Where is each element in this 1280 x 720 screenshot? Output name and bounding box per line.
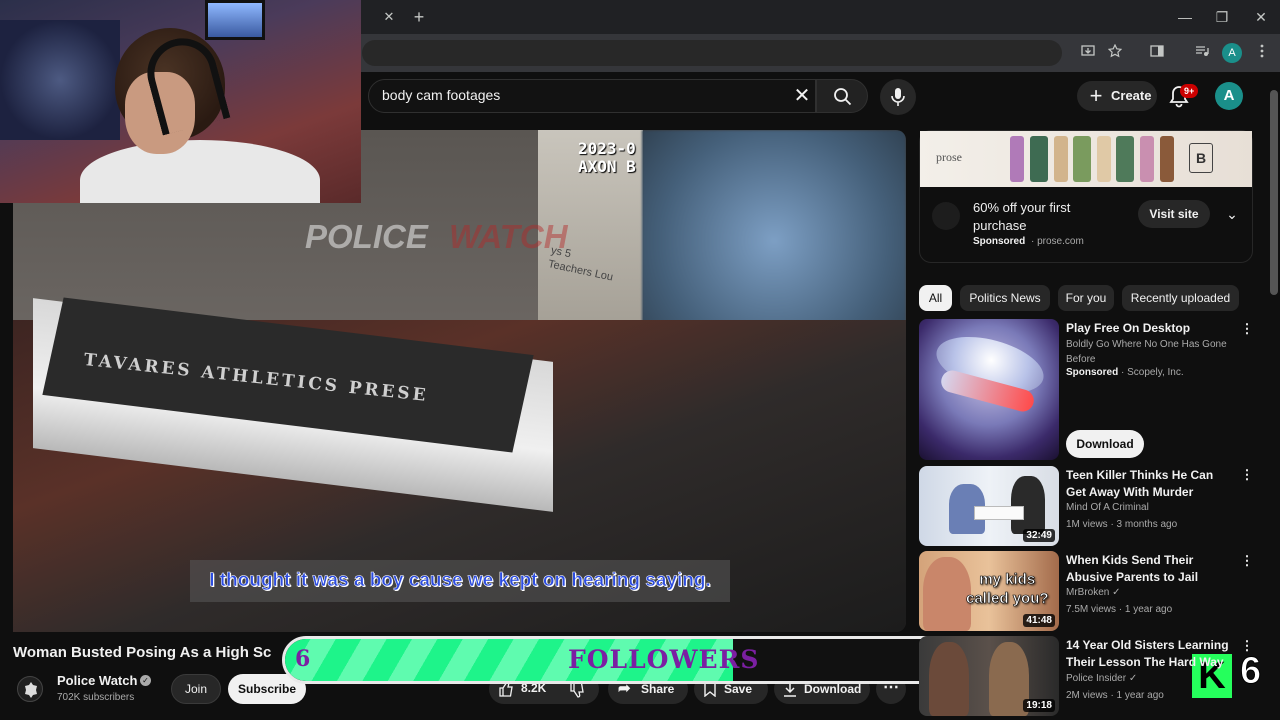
chevron-down-icon[interactable]: ⌄ xyxy=(1222,202,1242,226)
rec-channel[interactable]: Mind Of A Criminal xyxy=(1066,502,1149,513)
bookmark-icon xyxy=(704,682,716,697)
streamer-webcam xyxy=(0,0,361,203)
more-options-icon[interactable]: ⋮ xyxy=(1240,320,1254,338)
verified-icon: ✓ xyxy=(140,675,151,686)
video-duration: 41:48 xyxy=(1023,614,1055,627)
ad-product-bottle xyxy=(1160,136,1174,182)
search-query[interactable]: body cam footages xyxy=(382,87,500,103)
video-thumbnail[interactable]: 19:18 xyxy=(919,636,1059,716)
account-avatar[interactable]: A xyxy=(1215,82,1243,110)
chip-recently-uploaded[interactable]: Recently uploaded xyxy=(1122,285,1239,311)
media-icon[interactable] xyxy=(1191,42,1213,64)
ad-product-bottle xyxy=(1140,136,1154,182)
thumbnail-person xyxy=(923,557,971,631)
sponsored-label: Sponsored xyxy=(1066,367,1119,378)
thumbnail-caption: my kids called you? xyxy=(966,571,1049,608)
join-button[interactable]: Join xyxy=(171,674,221,704)
search-icon xyxy=(834,88,852,106)
dislike-icon[interactable] xyxy=(569,682,585,698)
ad-sponsored-label: Sponsored xyxy=(973,236,1026,247)
watermark-watch: WATCH xyxy=(449,218,568,255)
scrollbar-thumb[interactable] xyxy=(1270,90,1278,295)
video-duration: 19:18 xyxy=(1023,699,1055,712)
more-options-icon[interactable]: ⋮ xyxy=(1240,637,1254,655)
sidebar-icon[interactable] xyxy=(1146,42,1168,64)
ad-product-bottle xyxy=(1116,136,1134,182)
watermark-police: POLICE xyxy=(305,218,428,255)
verified-icon: ✓ xyxy=(1112,587,1121,598)
minimize-button[interactable]: — xyxy=(1174,6,1196,28)
address-bar[interactable] xyxy=(362,40,1062,66)
download-icon xyxy=(784,683,796,697)
thumbnail-person xyxy=(929,642,969,716)
plus-icon: + xyxy=(1089,83,1103,108)
bodycam-timestamp: 2023-0 AXON B xyxy=(578,139,636,176)
follower-goal-current: 6 xyxy=(295,646,311,672)
rec-channel-name[interactable]: Police Insider xyxy=(1066,673,1126,684)
advertiser-name: · Scopely, Inc. xyxy=(1121,367,1184,378)
rec-description: Boldly Go Where No One Has Gone Before xyxy=(1066,339,1227,365)
webcam-background xyxy=(0,20,120,140)
chip-for-you[interactable]: For you xyxy=(1058,285,1114,311)
video-duration: 32:49 xyxy=(1023,529,1055,542)
ad-product-bottle xyxy=(1097,136,1111,182)
more-options-icon[interactable]: ⋮ xyxy=(1240,466,1254,484)
rec-title[interactable]: When Kids Send Their Abusive Parents to … xyxy=(1066,552,1236,586)
ad-download-button[interactable]: Download xyxy=(1066,430,1144,458)
webcam-monitor xyxy=(205,0,265,40)
chip-politics-news[interactable]: Politics News xyxy=(960,285,1050,311)
rec-channel[interactable]: MrBroken ✓ xyxy=(1066,587,1121,598)
ad-product-bottle xyxy=(1054,136,1068,182)
close-window-button[interactable]: ✕ xyxy=(1250,6,1272,28)
more-options-icon[interactable]: ⋮ xyxy=(1240,552,1254,570)
rec-meta: 1M views · 3 months ago xyxy=(1066,519,1178,530)
webcam-person-body xyxy=(80,140,320,203)
police-badge-icon xyxy=(25,682,37,698)
notification-count-badge: 9+ xyxy=(1180,84,1199,98)
follower-goal-label: FOLLOWERS xyxy=(568,645,760,674)
video-title: Woman Busted Posing As a High Sc xyxy=(13,644,272,661)
thumbnail-person xyxy=(1011,476,1045,534)
video-player[interactable]: TAVARES ATHLETICS PRESE ys 5 Teachers Lo… xyxy=(13,130,906,632)
rec-meta: 2M views · 1 year ago xyxy=(1066,690,1164,701)
search-button[interactable] xyxy=(816,79,868,113)
advertiser-logo[interactable] xyxy=(932,202,960,230)
video-thumbnail[interactable]: 32:49 xyxy=(919,466,1059,546)
visit-site-button[interactable]: Visit site xyxy=(1138,200,1210,228)
rec-sponsor-line: Sponsored · Scopely, Inc. xyxy=(1066,367,1184,378)
ad-product-bottle xyxy=(1030,136,1048,182)
subscriber-count: 702K subscribers xyxy=(57,692,135,703)
new-tab-button[interactable]: + xyxy=(409,7,429,27)
voice-search-button[interactable] xyxy=(880,79,916,115)
rec-meta: 7.5M views · 1 year ago xyxy=(1066,604,1173,615)
ad-domain: · prose.com xyxy=(1031,236,1084,247)
browser-menu-icon[interactable] xyxy=(1251,42,1273,64)
restore-button[interactable]: ❐ xyxy=(1211,6,1233,28)
rec-channel[interactable]: Police Insider ✓ xyxy=(1066,673,1137,684)
rec-title[interactable]: Play Free On Desktop xyxy=(1066,320,1236,337)
video-caption: I thought it was a boy cause we kept on … xyxy=(190,560,730,602)
kick-follower-count: 6 xyxy=(1239,650,1262,693)
ad-brand-logo: prose xyxy=(936,150,962,164)
ad-headline[interactable]: 60% off your first purchase xyxy=(973,199,1123,235)
bookmark-star-icon[interactable] xyxy=(1104,42,1126,64)
chip-all[interactable]: All xyxy=(919,285,952,311)
rec-channel-name[interactable]: MrBroken xyxy=(1066,587,1109,598)
channel-name[interactable]: Police Watch xyxy=(57,673,137,688)
install-icon[interactable] xyxy=(1077,42,1099,64)
verified-icon: ✓ xyxy=(1128,673,1138,684)
microphone-icon xyxy=(891,88,905,106)
tab-close-icon[interactable]: ✕ xyxy=(380,8,398,26)
b-corp-certification-icon: B xyxy=(1189,143,1213,173)
rec-title[interactable]: Teen Killer Thinks He Can Get Away With … xyxy=(1066,467,1236,501)
browser-profile-avatar[interactable]: A xyxy=(1222,43,1242,63)
channel-avatar[interactable] xyxy=(17,676,43,702)
ad-product-bottle xyxy=(1010,136,1024,182)
rec-title[interactable]: 14 Year Old Sisters Learning Their Lesso… xyxy=(1066,637,1236,671)
clear-search-icon[interactable]: ✕ xyxy=(790,84,814,108)
ad-product-bottle xyxy=(1073,136,1091,182)
thumbnail-table xyxy=(974,506,1024,520)
